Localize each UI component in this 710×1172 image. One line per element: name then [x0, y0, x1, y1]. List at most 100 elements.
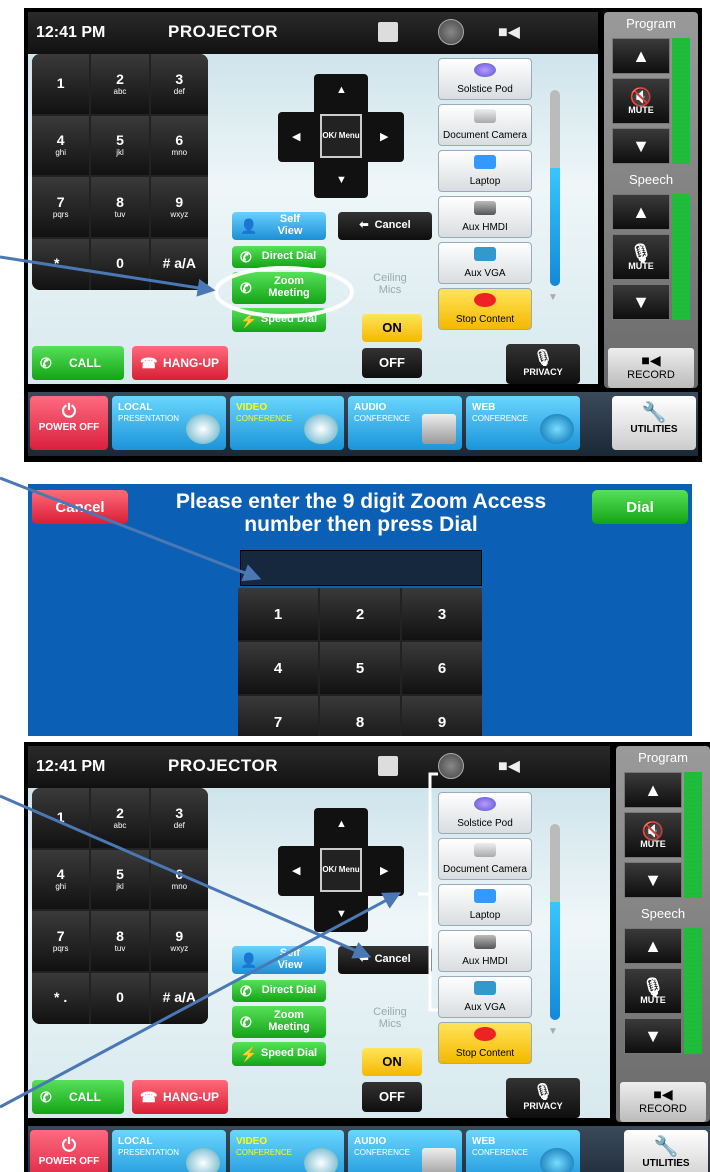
power-off-button[interactable]: ⏻ POWER OFF	[30, 396, 108, 450]
source-scrollbar[interactable]	[550, 824, 560, 1020]
direct-dial-button[interactable]: ✆ Direct Dial	[232, 980, 326, 1002]
zoom-meeting-button[interactable]: ✆ Zoom Meeting	[232, 1006, 326, 1038]
keypad-key[interactable]: 8 tuv	[91, 177, 149, 237]
dpad-down[interactable]: ▼	[336, 908, 347, 920]
popup-keypad-key[interactable]: 6	[402, 642, 482, 694]
dpad-right[interactable]: ▶	[380, 130, 388, 143]
self-view-button[interactable]: 👤 Self View	[232, 212, 326, 240]
keypad-key[interactable]: 1	[32, 54, 90, 114]
dpad-down[interactable]: ▼	[336, 174, 347, 186]
scroll-down-icon[interactable]: ▼	[548, 292, 558, 303]
keypad-key[interactable]: 7 pqrs	[32, 911, 90, 971]
keypad-key[interactable]: 2 abc	[91, 788, 149, 848]
self-view-button[interactable]: 👤 Self View	[232, 946, 326, 974]
speech-volume-down[interactable]: ▼	[624, 1018, 682, 1054]
audio-conference-button[interactable]: AUDIO CONFERENCE	[348, 396, 462, 450]
popup-keypad-key[interactable]: 8	[320, 696, 400, 736]
keypad-key[interactable]: 0	[91, 972, 149, 1024]
keypad-key[interactable]: 5 jkl	[91, 115, 149, 175]
privacy-button[interactable]: 🎙 PRIVACY	[506, 1078, 580, 1118]
source-button[interactable]: Aux HMDI	[438, 930, 532, 972]
source-scrollbar[interactable]	[550, 90, 560, 286]
popup-keypad-key[interactable]: 5	[320, 642, 400, 694]
source-button[interactable]: Laptop	[438, 884, 532, 926]
keypad-key[interactable]: * .	[32, 972, 90, 1024]
keypad-key[interactable]: 0	[91, 238, 149, 290]
popup-keypad-key[interactable]: 3	[402, 588, 482, 640]
source-button[interactable]: Stop Content	[438, 288, 532, 330]
audio-conference-button[interactable]: AUDIO CONFERENCE	[348, 1130, 462, 1172]
dpad-left[interactable]: ◀	[292, 130, 300, 143]
power-off-button[interactable]: ⏻ POWER OFF	[30, 1130, 108, 1172]
popup-keypad-key[interactable]: 9	[402, 696, 482, 736]
keypad-key[interactable]: 3 def	[150, 54, 208, 114]
mics-off-button[interactable]: OFF	[362, 1082, 422, 1112]
keypad-key[interactable]: 4 ghi	[32, 115, 90, 175]
keypad-grid-icon[interactable]	[438, 19, 464, 45]
ok-menu-button[interactable]: OK/ Menu	[320, 848, 362, 892]
popup-keypad-key[interactable]: 1	[238, 588, 318, 640]
keypad-key[interactable]: 6 mno	[150, 115, 208, 175]
program-volume-up[interactable]: ▲	[612, 38, 670, 74]
privacy-button[interactable]: 🎙 PRIVACY	[506, 344, 580, 384]
direct-dial-button[interactable]: ✆ Direct Dial	[232, 246, 326, 268]
video-conference-button[interactable]: VIDEO CONFERENCE	[230, 1130, 344, 1172]
program-volume-down[interactable]: ▼	[624, 862, 682, 898]
utilities-button[interactable]: 🔧 UTILITIES	[612, 396, 696, 450]
local-presentation-button[interactable]: LOCAL PRESENTATION	[112, 1130, 226, 1172]
cancel-button[interactable]: ⬅ Cancel	[338, 212, 432, 240]
mics-on-button[interactable]: ON	[362, 1048, 422, 1076]
mics-on-button[interactable]: ON	[362, 314, 422, 342]
keypad-key[interactable]: 1	[32, 788, 90, 848]
popup-cancel-button[interactable]: Cancel	[32, 490, 128, 524]
keypad-key[interactable]: 7 pqrs	[32, 177, 90, 237]
speech-mute-button[interactable]: 🎙 MUTE	[612, 234, 670, 280]
source-button[interactable]: Aux HMDI	[438, 196, 532, 238]
utilities-button[interactable]: 🔧 UTILITIES	[624, 1130, 708, 1172]
record-button[interactable]: ■◀ RECORD	[620, 1082, 706, 1122]
dpad-left[interactable]: ◀	[292, 864, 300, 877]
camera-icon[interactable]: ■◀	[498, 756, 520, 776]
keypad-key[interactable]: 9 wxyz	[150, 911, 208, 971]
dpad-up[interactable]: ▲	[336, 818, 347, 830]
local-presentation-button[interactable]: LOCAL PRESENTATION	[112, 396, 226, 450]
speech-volume-down[interactable]: ▼	[612, 284, 670, 320]
program-volume-up[interactable]: ▲	[624, 772, 682, 808]
popup-dial-button[interactable]: Dial	[592, 490, 688, 524]
source-button[interactable]: Solstice Pod	[438, 792, 532, 834]
web-conference-button[interactable]: WEB CONFERENCE	[466, 1130, 580, 1172]
keypad-key[interactable]: # a/A	[150, 972, 208, 1024]
source-button[interactable]: Laptop	[438, 150, 532, 192]
program-volume-down[interactable]: ▼	[612, 128, 670, 164]
keypad-key[interactable]: 8 tuv	[91, 911, 149, 971]
speech-volume-up[interactable]: ▲	[624, 928, 682, 964]
record-button[interactable]: ■◀ RECORD	[608, 348, 694, 388]
ok-menu-button[interactable]: OK/ Menu	[320, 114, 362, 158]
keypad-key[interactable]: 9 wxyz	[150, 177, 208, 237]
web-conference-button[interactable]: WEB CONFERENCE	[466, 396, 580, 450]
dpad-up[interactable]: ▲	[336, 84, 347, 96]
contacts-icon[interactable]	[378, 756, 398, 776]
keypad-key[interactable]: 4 ghi	[32, 849, 90, 909]
source-button[interactable]: Aux VGA	[438, 242, 532, 284]
keypad-key[interactable]: 3 def	[150, 788, 208, 848]
dpad-right[interactable]: ▶	[380, 864, 388, 877]
speed-dial-button[interactable]: ⚡ Speed Dial	[232, 1042, 326, 1066]
cancel-button[interactable]: ⬅ Cancel	[338, 946, 432, 974]
program-mute-button[interactable]: 🔇 MUTE	[624, 812, 682, 858]
keypad-key[interactable]: 6 mno	[150, 849, 208, 909]
mics-off-button[interactable]: OFF	[362, 348, 422, 378]
camera-icon[interactable]: ■◀	[498, 22, 520, 42]
contacts-icon[interactable]	[378, 22, 398, 42]
keypad-grid-icon[interactable]	[438, 753, 464, 779]
keypad-key[interactable]: * .	[32, 238, 90, 290]
call-button[interactable]: ✆ CALL	[32, 1080, 124, 1114]
call-button[interactable]: ✆ CALL	[32, 346, 124, 380]
source-button[interactable]: Solstice Pod	[438, 58, 532, 100]
keypad-key[interactable]: 5 jkl	[91, 849, 149, 909]
source-button[interactable]: Aux VGA	[438, 976, 532, 1018]
hang-up-button[interactable]: ☎ HANG-UP	[132, 346, 228, 380]
program-mute-button[interactable]: 🔇 MUTE	[612, 78, 670, 124]
speech-mute-button[interactable]: 🎙 MUTE	[624, 968, 682, 1014]
speech-volume-up[interactable]: ▲	[612, 194, 670, 230]
